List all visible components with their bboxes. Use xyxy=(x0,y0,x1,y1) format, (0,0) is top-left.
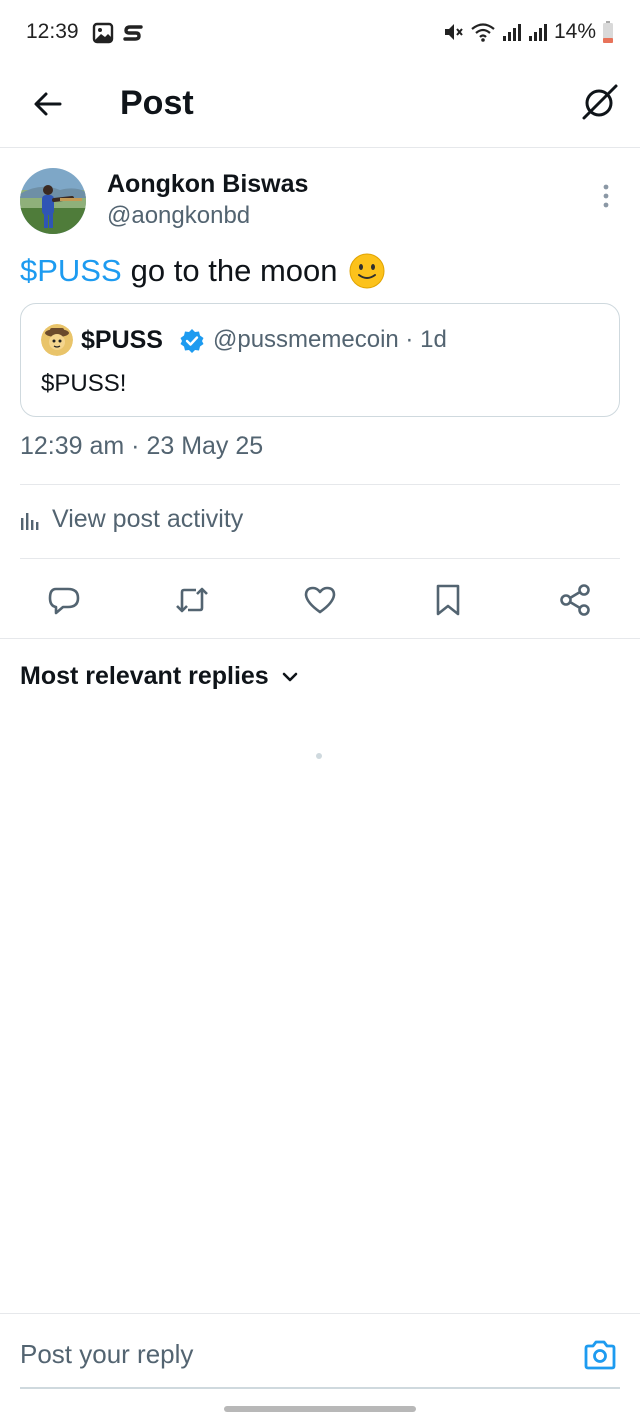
back-arrow-icon[interactable] xyxy=(30,86,66,122)
quote-text: $PUSS! xyxy=(41,370,127,397)
slightly-smiling-face-icon xyxy=(349,253,384,289)
battery-percentage: 14% xyxy=(553,20,596,43)
grok-icon[interactable] xyxy=(580,82,620,122)
post-text: $PUSS go to the moon xyxy=(20,252,386,290)
home-indicator[interactable] xyxy=(224,1406,416,1412)
reply-input-underline xyxy=(20,1387,620,1389)
signal-icon xyxy=(528,24,547,41)
status-time: 12:39 xyxy=(26,20,79,43)
post-header: Post xyxy=(0,66,640,148)
repost-button[interactable] xyxy=(170,578,214,622)
quote-avatar xyxy=(41,324,73,356)
bookmark-button[interactable] xyxy=(426,578,470,622)
loading-indicator xyxy=(316,753,322,759)
page-title: Post xyxy=(120,84,194,122)
cashtag-link[interactable]: $PUSS xyxy=(20,253,122,289)
like-icon xyxy=(304,586,336,614)
status-bar: 12:39 14% xyxy=(0,0,640,66)
reply-icon xyxy=(48,587,80,615)
bookmark-icon xyxy=(436,584,460,616)
quoted-post[interactable]: $PUSS @pussmemecoin · 1d $PUSS! xyxy=(20,303,620,417)
replies-sort-dropdown[interactable]: Most relevant replies xyxy=(20,662,299,691)
reply-button[interactable] xyxy=(42,578,86,622)
divider xyxy=(20,558,620,559)
gallery-icon xyxy=(92,22,114,44)
view-post-activity-label: View post activity xyxy=(52,505,244,533)
verified-badge-icon xyxy=(180,329,204,353)
view-post-activity-button[interactable]: View post activity xyxy=(20,505,243,534)
signal-icon xyxy=(502,24,521,41)
mute-icon xyxy=(444,24,463,40)
post-timestamp: 12:39 am · 23 May 25 xyxy=(20,432,264,460)
share-icon xyxy=(560,584,590,616)
post-body-text: go to the moon xyxy=(130,253,338,288)
camera-icon[interactable] xyxy=(582,1338,618,1374)
avatar[interactable] xyxy=(20,168,86,234)
battery-icon xyxy=(603,21,613,43)
post-author: Aongkon Biswas @aongkonbd xyxy=(20,168,620,238)
repost-icon xyxy=(176,587,208,613)
post-actions xyxy=(0,578,640,622)
replies-sort-label: Most relevant replies xyxy=(20,662,269,690)
status-right: 14% xyxy=(442,20,614,44)
share-button[interactable] xyxy=(553,578,597,622)
s-app-icon xyxy=(123,25,143,41)
divider xyxy=(0,638,640,639)
quote-author-name: $PUSS xyxy=(81,326,163,354)
wifi-icon xyxy=(471,23,495,42)
reply-composer xyxy=(0,1313,640,1389)
reply-input[interactable] xyxy=(20,1334,560,1374)
like-button[interactable] xyxy=(298,578,342,622)
chevron-down-icon xyxy=(282,672,298,681)
status-left-icons xyxy=(92,22,144,44)
author-name[interactable]: Aongkon Biswas xyxy=(107,170,308,199)
author-handle[interactable]: @aongkonbd xyxy=(107,202,250,230)
more-options-icon[interactable] xyxy=(596,182,616,210)
quote-handle-meta: @pussmemecoin · 1d xyxy=(213,326,447,353)
divider xyxy=(20,484,620,485)
analytics-icon xyxy=(21,512,39,530)
